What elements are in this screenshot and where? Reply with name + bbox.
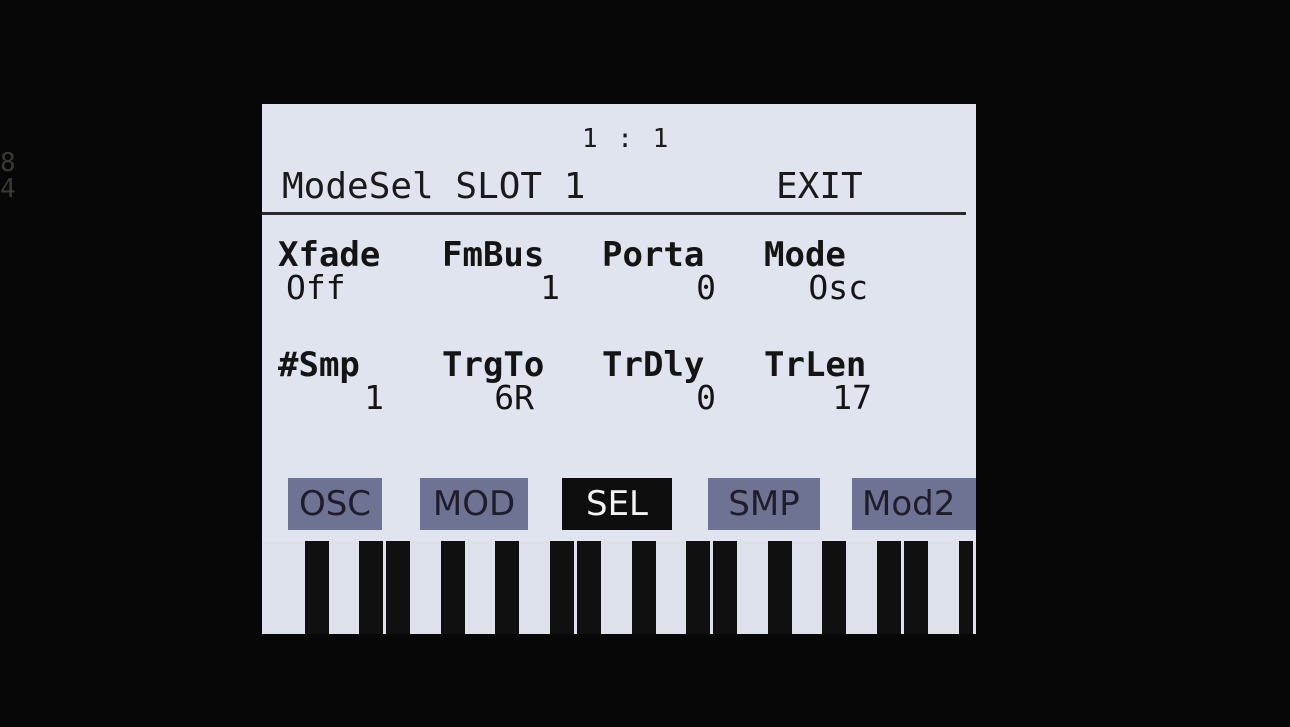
param-name: TrLen	[764, 345, 867, 385]
param-value: 1	[540, 268, 560, 307]
piano-key-black[interactable]	[822, 541, 846, 634]
param-name: Porta	[602, 235, 705, 275]
piano-key-black[interactable]	[713, 541, 737, 634]
piano-key-black[interactable]	[768, 541, 792, 634]
piano-key-black[interactable]	[495, 541, 519, 634]
param-trigger-length[interactable]: TrLen 17	[764, 348, 934, 414]
param-name: Xfade	[278, 235, 381, 275]
param-name: TrDly	[602, 345, 705, 385]
page-tabs: OSC MOD SEL SMP Mod2	[262, 468, 976, 536]
param-value: 0	[696, 378, 716, 417]
param-trigger-delay[interactable]: TrDly 0	[602, 348, 772, 414]
tab-sel[interactable]: SEL	[562, 478, 672, 530]
tab-osc[interactable]: OSC	[288, 478, 382, 530]
piano-key-black[interactable]	[904, 541, 928, 634]
piano-key-black[interactable]	[359, 541, 383, 634]
param-value: Osc	[808, 268, 868, 307]
param-fmbus[interactable]: FmBus 1	[442, 238, 612, 304]
bezel-edge-glyph: 8 4	[0, 148, 16, 204]
param-value: 1	[364, 378, 384, 417]
exit-button[interactable]: EXIT	[776, 166, 863, 207]
tab-smp[interactable]: SMP	[708, 478, 820, 530]
piano-key-black[interactable]	[877, 541, 901, 634]
position-indicator: 1 : 1	[582, 124, 671, 154]
param-name: #Smp	[278, 345, 360, 385]
piano-key-black[interactable]	[305, 541, 329, 634]
piano-key-black[interactable]	[577, 541, 601, 634]
param-name: TrgTo	[442, 345, 545, 385]
piano-key-black[interactable]	[632, 541, 656, 634]
param-value: 0	[696, 268, 716, 307]
page-title: ModeSel SLOT 1	[282, 166, 586, 207]
piano-key-black[interactable]	[550, 541, 574, 634]
param-name: Mode	[764, 235, 846, 275]
param-num-samples[interactable]: #Smp 1	[278, 348, 448, 414]
lcd-screen: 1 : 1 ModeSel SLOT 1 EXIT Xfade Off FmBu…	[262, 104, 976, 634]
piano-key-black[interactable]	[441, 541, 465, 634]
piano-keyboard[interactable]	[262, 541, 976, 634]
tab-mod2[interactable]: Mod2	[852, 478, 976, 530]
screen-header: 1 : 1 ModeSel SLOT 1 EXIT	[262, 104, 966, 215]
param-xfade[interactable]: Xfade Off	[278, 238, 448, 304]
param-trigger-to[interactable]: TrgTo 6R	[442, 348, 612, 414]
param-porta[interactable]: Porta 0	[602, 238, 772, 304]
param-value: 17	[832, 378, 872, 417]
param-value: 6R	[494, 378, 534, 417]
param-name: FmBus	[442, 235, 545, 275]
piano-key-black[interactable]	[686, 541, 710, 634]
param-value: Off	[286, 268, 346, 307]
tab-mod[interactable]: MOD	[420, 478, 528, 530]
piano-key-black[interactable]	[386, 541, 410, 634]
param-mode[interactable]: Mode Osc	[764, 238, 934, 304]
piano-key-black[interactable]	[959, 541, 973, 634]
